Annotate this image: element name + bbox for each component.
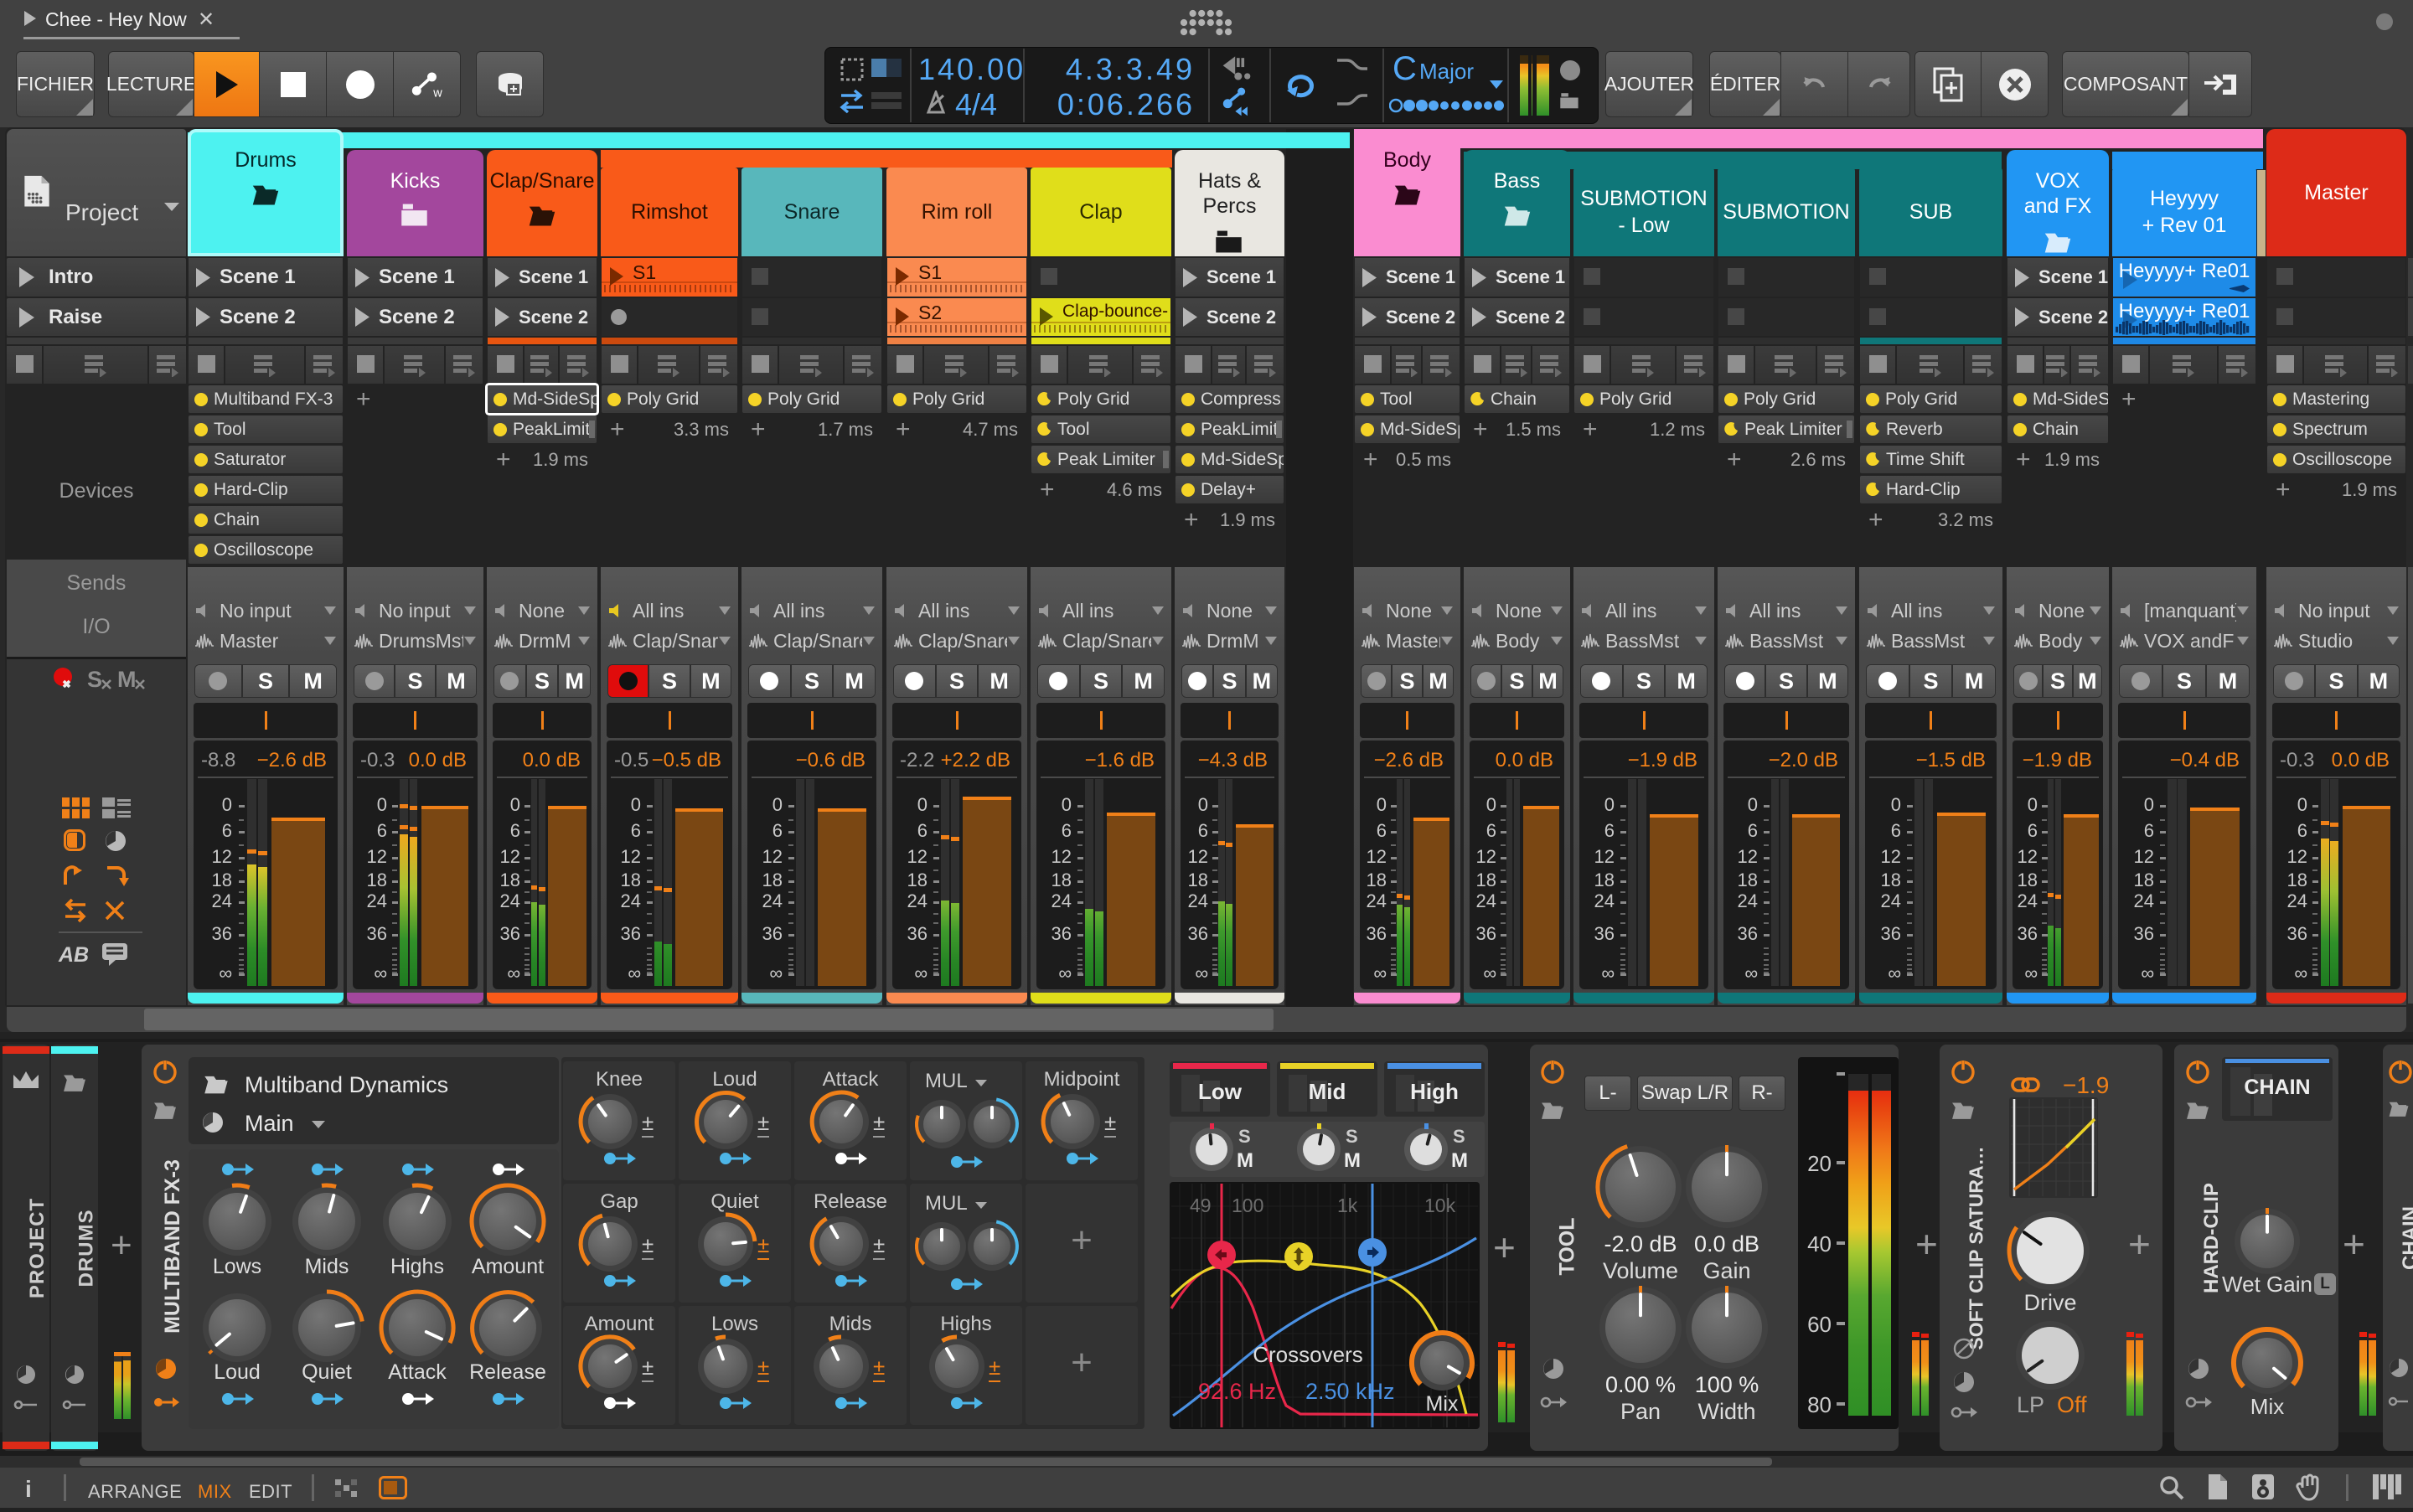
svg-text:w: w xyxy=(432,86,442,99)
